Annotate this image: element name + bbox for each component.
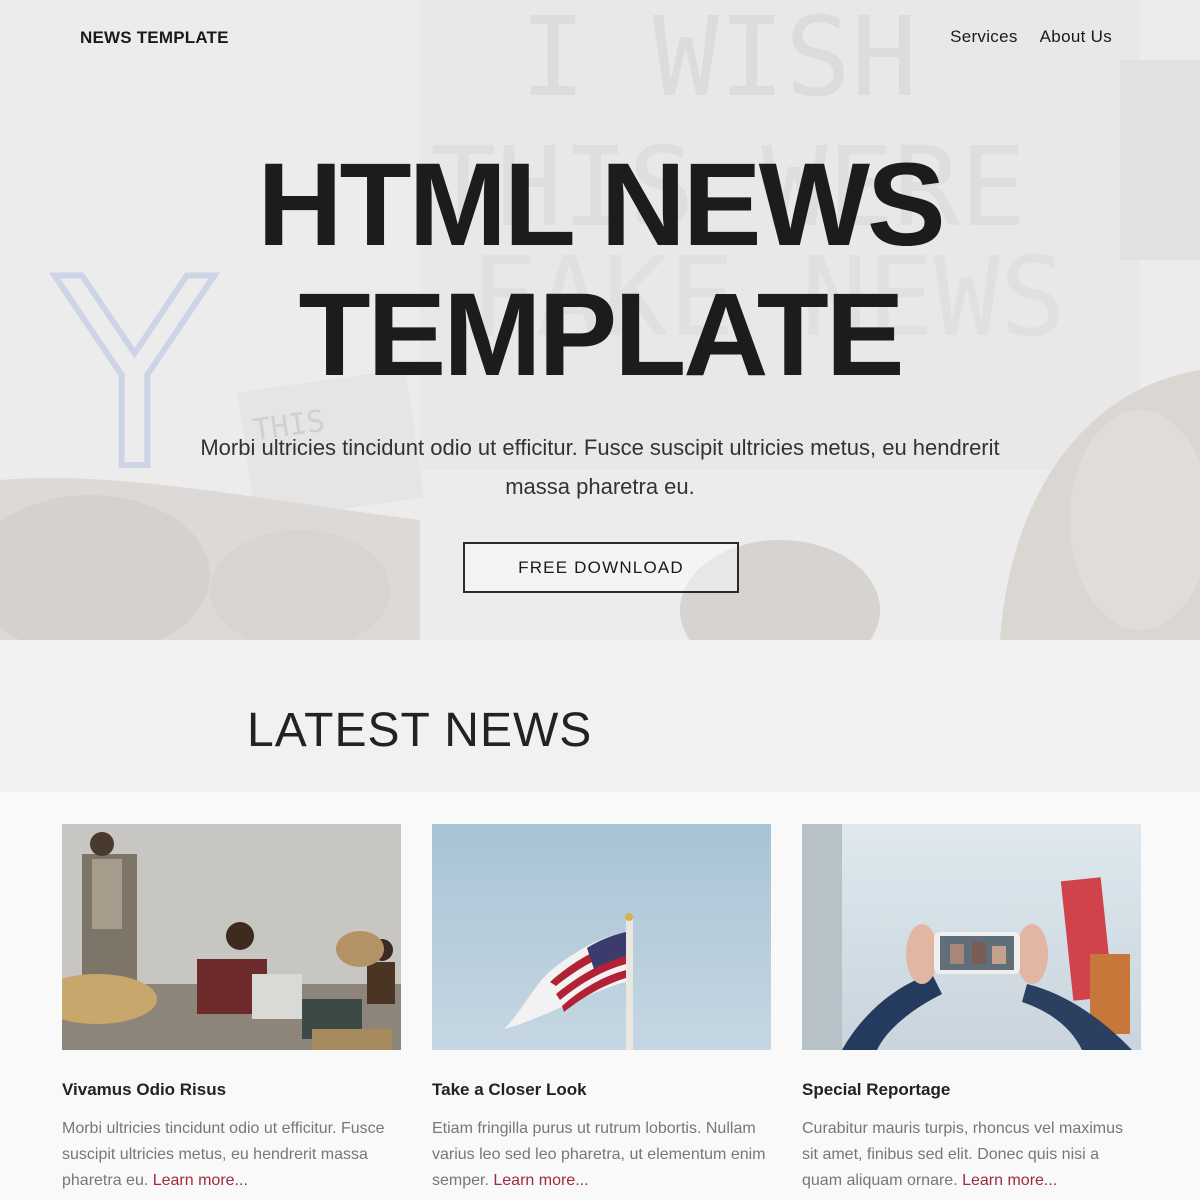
nav-item-services[interactable]: Services [950, 27, 1018, 47]
latest-news-heading: LATEST NEWS [247, 704, 593, 757]
news-card-title: Special Reportage [802, 1080, 951, 1099]
news-card: Vivamus Odio Risus Morbi ultricies tinci… [62, 824, 401, 1194]
news-card-image-link[interactable] [802, 824, 1141, 1050]
news-card: Special Reportage Curabitur mauris turpi… [802, 824, 1141, 1194]
learn-more-link[interactable]: Learn more... [493, 1172, 588, 1189]
hero-title-line1: HTML NEWS [257, 139, 945, 271]
news-card-image-link[interactable] [432, 824, 771, 1050]
hero-title: HTML NEWS TEMPLATE [0, 140, 1200, 400]
news-card-text: Etiam fringilla purus ut rutrum lobortis… [432, 1120, 766, 1189]
free-download-button[interactable]: FREE DOWNLOAD [463, 542, 739, 593]
news-card-title: Vivamus Odio Risus [62, 1080, 227, 1099]
main-nav: Services About Us [950, 27, 1112, 47]
news-card-title: Take a Closer Look [432, 1080, 587, 1099]
learn-more-link[interactable]: Learn more... [962, 1172, 1057, 1189]
phone-camera-photo [802, 824, 1141, 1050]
news-card-image-link[interactable] [62, 824, 401, 1050]
latest-news-header-band [0, 640, 1200, 792]
site-brand[interactable]: NEWS TEMPLATE [80, 28, 229, 48]
news-card-body: Etiam fringilla purus ut rutrum lobortis… [432, 1116, 771, 1194]
news-card-body: Morbi ultricies tincidunt odio ut effici… [62, 1116, 401, 1194]
hero-title-line2: TEMPLATE [298, 269, 904, 401]
learn-more-link[interactable]: Learn more... [153, 1172, 248, 1189]
news-card: Take a Closer Look Etiam fringilla purus… [432, 824, 771, 1194]
american-flag-photo [432, 824, 771, 1050]
nav-item-about-us[interactable]: About Us [1040, 27, 1112, 47]
street-market-photo [62, 824, 401, 1050]
hero-subtitle: Morbi ultricies tincidunt odio ut effici… [200, 435, 1000, 499]
news-card-body: Curabitur mauris turpis, rhoncus vel max… [802, 1116, 1141, 1194]
